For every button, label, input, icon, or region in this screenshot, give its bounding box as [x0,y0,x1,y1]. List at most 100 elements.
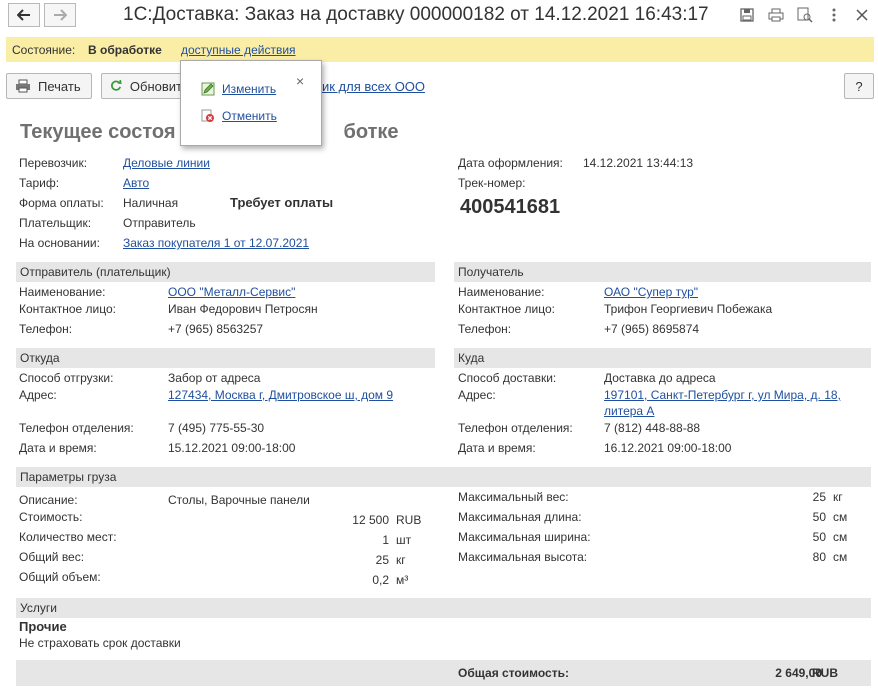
state-value: В обработке [88,43,162,57]
cargo-cost-value: 12 500 [352,513,389,527]
basis-link[interactable]: Заказ покупателя 1 от 12.07.2021 [123,236,309,250]
max-length-label: Максимальная длина: [458,510,582,524]
window-title: 1С:Доставка: Заказ на доставку 000000182… [123,4,709,25]
payment-status: Требует оплаты [230,195,334,210]
cargo-places-value: 1 [382,533,389,547]
popup-close-icon[interactable]: × [296,73,304,89]
max-weight-label: Максимальный вес: [458,490,569,504]
more-icon[interactable] [824,5,844,25]
receiver-phone-label: Телефон: [458,322,512,336]
sender-contact-value: Иван Федорович Петросян [168,302,318,316]
help-button[interactable]: ? [844,73,874,99]
max-weight-unit: кг [833,490,843,504]
save-icon[interactable] [737,5,757,25]
from-address-link[interactable]: 127434, Москва г, Дмитровское ш, дом 9 [168,388,393,402]
carrier-label: Перевозчик: [19,156,88,170]
from-header: Откуда [16,348,435,368]
toolbar-link[interactable]: ик для всех ООО [322,79,425,94]
pencil-icon [201,82,215,96]
from-branch-phone-label: Телефон отделения: [19,421,134,435]
to-header: Куда [454,348,871,368]
services-group: Прочие [19,619,67,634]
to-method-value: Доставка до адреса [604,371,716,385]
close-icon[interactable] [852,5,872,25]
cargo-cost-label: Стоимость: [19,510,83,524]
refresh-icon [111,79,122,91]
popup-item-edit-label: Изменить [222,82,277,96]
payer-label: Плательщик: [19,216,92,230]
total-value: 2 649,00 [775,666,822,680]
from-method-value: Забор от адреса [168,371,261,385]
cargo-header: Параметры груза [16,467,871,487]
date-label: Дата оформления: [458,156,563,170]
sender-contact-label: Контактное лицо: [19,302,116,316]
total-label: Общая стоимость: [458,666,569,680]
print-button-label: Печать [38,78,81,94]
cargo-cost-unit: RUB [396,513,422,527]
search-icon[interactable] [795,5,815,25]
title-bar: 1С:Доставка: Заказ на доставку 000000182… [0,0,878,32]
cargo-weight-label: Общий вес: [19,550,85,564]
to-address-label: Адрес: [458,388,496,402]
arrow-left-icon [17,9,30,21]
page-title-right: ботке [343,121,399,143]
cargo-volume-value: 0,2 [372,573,389,587]
from-address-label: Адрес: [19,388,57,402]
printer-icon[interactable] [766,5,786,25]
back-button[interactable] [8,3,40,27]
popup-item-cancel-label: Отменить [222,109,277,123]
refresh-button[interactable]: Обновит [101,73,183,99]
max-height-unit: см [833,550,848,564]
from-branch-phone-value: 7 (495) 775-55-30 [168,421,265,435]
state-label: Состояние: [12,43,76,57]
to-branch-phone-value: 7 (812) 448-88-88 [604,421,701,435]
sender-header: Отправитель (плательщик) [16,262,435,282]
payment-value: Наличная [123,196,179,210]
to-address-link-line2[interactable]: литера А [604,404,654,418]
max-height-value: 80 [812,550,826,564]
cargo-desc-value: Столы, Варочные панели [168,493,310,507]
print-button[interactable]: Печать [6,73,92,99]
track-label: Трек-номер: [458,176,526,190]
available-actions-link[interactable]: доступные действия [181,43,296,57]
receiver-name-link[interactable]: ОАО "Супер тур" [604,285,698,299]
max-width-value: 50 [812,530,826,544]
sender-phone-value: +7 (965) 8563257 [168,322,264,336]
cargo-volume-label: Общий объем: [19,570,101,584]
total-unit: RUB [812,666,838,680]
page-title-left: Текущее состоя [20,121,176,143]
cancel-icon [201,109,215,123]
receiver-phone-value: +7 (965) 8695874 [604,322,700,336]
services-header: Услуги [16,598,871,618]
max-width-label: Максимальная ширина: [458,530,591,544]
sender-phone-label: Телефон: [19,322,73,336]
cargo-volume-unit: м³ [396,573,409,587]
sender-name-label: Наименование: [19,285,106,299]
tariff-label: Тариф: [19,176,60,190]
tariff-link[interactable]: Авто [123,176,149,190]
receiver-contact-label: Контактное лицо: [458,302,555,316]
from-datetime-value: 15.12.2021 09:00-18:00 [168,441,296,455]
cargo-desc-label: Описание: [19,493,78,507]
receiver-contact-value: Трифон Георгиевич Побежака [604,302,773,316]
payer-value: Отправитель [123,216,196,230]
sender-name-link[interactable]: ООО "Металл-Сервис" [168,285,295,299]
receiver-header: Получатель [454,262,871,282]
max-length-value: 50 [812,510,826,524]
date-value: 14.12.2021 13:44:13 [583,156,694,170]
cargo-places-label: Количество мест: [19,530,117,544]
cargo-weight-value: 25 [375,553,389,567]
forward-button[interactable] [44,3,76,27]
cargo-weight-unit: кг [396,553,406,567]
to-address-link-line1[interactable]: 197101, Санкт-Петербург г, ул Мира, д. 1… [604,388,841,402]
popup-item-edit[interactable]: Изменить [201,82,276,96]
basis-label: На основании: [19,236,100,250]
popup-item-cancel[interactable]: Отменить [201,109,277,123]
carrier-link[interactable]: Деловые линии [123,156,210,170]
services-item: Не страховать срок доставки [19,636,181,650]
arrow-right-icon [54,9,67,21]
to-method-label: Способ доставки: [458,371,557,385]
payment-label: Форма оплаты: [19,196,104,210]
refresh-button-label: Обновит [129,78,182,94]
to-datetime-label: Дата и время: [458,441,536,455]
